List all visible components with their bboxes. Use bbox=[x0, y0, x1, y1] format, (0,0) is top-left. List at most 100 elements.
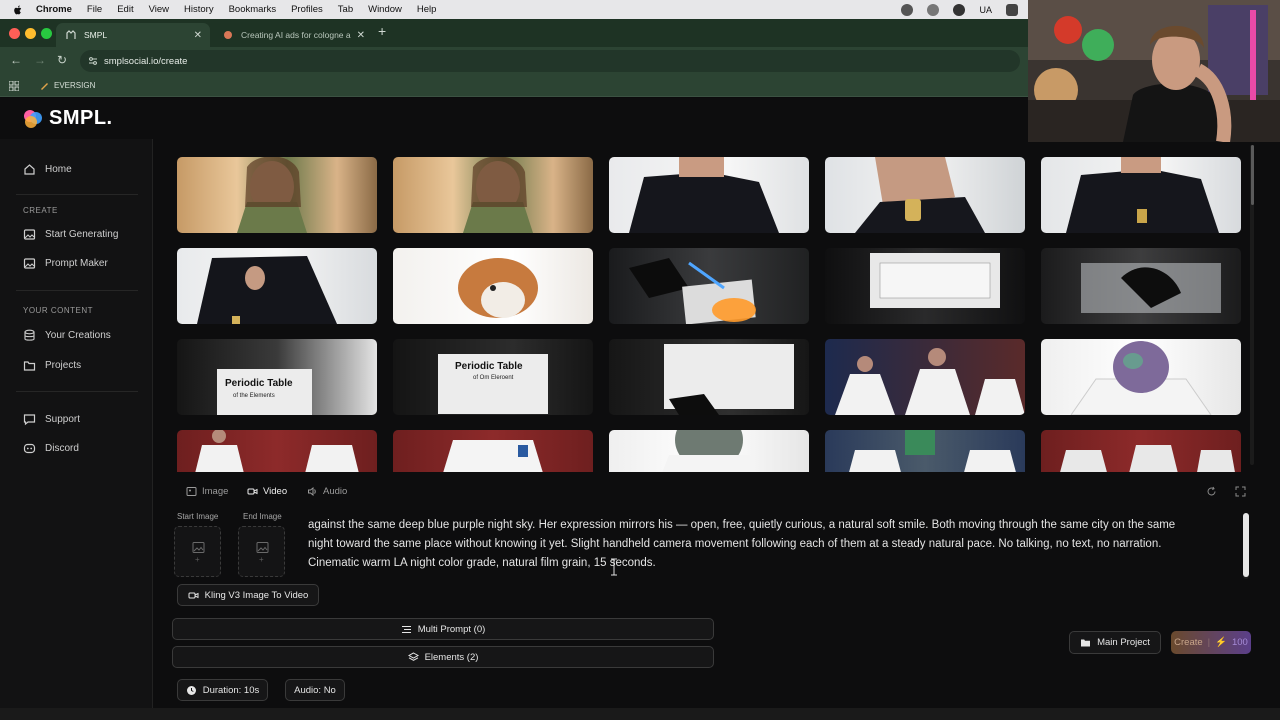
gallery-thumb[interactable] bbox=[393, 157, 593, 233]
refresh-icon[interactable] bbox=[1206, 486, 1217, 497]
gallery-thumb[interactable] bbox=[825, 430, 1025, 472]
clock-icon bbox=[186, 685, 196, 695]
gallery-thumb[interactable] bbox=[177, 248, 377, 324]
sidebar-item-discord[interactable]: Discord bbox=[23, 442, 79, 455]
menu-history[interactable]: History bbox=[184, 4, 214, 15]
duration-button[interactable]: Duration: 10s bbox=[177, 679, 268, 701]
menu-help[interactable]: Help bbox=[417, 4, 437, 15]
sidebar-item-your-creations[interactable]: Your Creations bbox=[23, 329, 111, 342]
close-window-button[interactable] bbox=[9, 28, 20, 39]
periodic-table-text: Periodic Table bbox=[455, 361, 523, 372]
sidebar-item-label: Support bbox=[45, 414, 81, 425]
close-tab-icon[interactable]: ✕ bbox=[194, 30, 202, 41]
model-selector-button[interactable]: Kling V3 Image To Video bbox=[177, 584, 319, 606]
tab-title: Creating AI ads for cologne a bbox=[241, 30, 351, 40]
gallery-thumb[interactable] bbox=[177, 430, 377, 472]
folder-icon bbox=[23, 361, 36, 371]
sidebar-divider bbox=[16, 391, 138, 392]
control-center-icon[interactable] bbox=[1006, 3, 1018, 16]
smpl-favicon-icon bbox=[66, 30, 76, 39]
audio-label: Audio: No bbox=[294, 684, 336, 696]
sidebar: Home CREATE Start Generating Prompt Make… bbox=[0, 139, 153, 708]
gallery-thumb[interactable] bbox=[1041, 157, 1241, 233]
menu-bookmarks[interactable]: Bookmarks bbox=[229, 4, 277, 15]
prompt-scrollbar-thumb[interactable] bbox=[1243, 513, 1249, 577]
prompt-textarea[interactable]: against the same deep blue purple night … bbox=[308, 504, 1223, 580]
audio-toggle-button[interactable]: Audio: No bbox=[285, 679, 345, 701]
gallery-thumb[interactable] bbox=[393, 430, 593, 472]
new-tab-button[interactable]: + bbox=[378, 23, 386, 39]
mode-tab-image[interactable]: Image bbox=[186, 486, 228, 497]
vpn-icon[interactable] bbox=[953, 3, 966, 16]
gallery-thumb[interactable] bbox=[177, 157, 377, 233]
gallery-thumb[interactable] bbox=[1041, 430, 1241, 472]
gallery-thumb[interactable] bbox=[609, 339, 809, 415]
gallery-thumb[interactable] bbox=[609, 157, 809, 233]
gallery-thumb[interactable] bbox=[825, 248, 1025, 324]
claude-favicon-icon bbox=[224, 31, 232, 39]
tab-smpl[interactable]: SMPL ✕ bbox=[56, 23, 210, 47]
discord-icon bbox=[23, 443, 36, 454]
gallery-thumb[interactable] bbox=[1041, 339, 1241, 415]
menu-edit[interactable]: Edit bbox=[117, 4, 133, 15]
thumb-image bbox=[237, 157, 307, 233]
menu-app-name[interactable]: Chrome bbox=[36, 4, 72, 15]
sidebar-item-start-generating[interactable]: Start Generating bbox=[23, 228, 118, 241]
reload-icon[interactable]: ↻ bbox=[57, 53, 67, 67]
close-tab-icon[interactable]: ✕ bbox=[357, 30, 365, 41]
prompt-line: Cinematic warm LA night color grade, nat… bbox=[308, 557, 656, 569]
gallery-thumb[interactable]: Periodic Table of the Elements bbox=[177, 339, 377, 415]
gallery-thumb[interactable] bbox=[609, 248, 809, 324]
zoom-window-button[interactable] bbox=[41, 28, 52, 39]
gallery-thumb[interactable] bbox=[825, 339, 1025, 415]
back-arrow-icon[interactable]: ← bbox=[10, 53, 22, 67]
gallery-thumb[interactable] bbox=[1041, 248, 1241, 324]
end-image-dropzone[interactable]: + bbox=[238, 526, 285, 577]
video-camera-icon bbox=[247, 488, 258, 495]
menu-view[interactable]: View bbox=[149, 4, 169, 15]
sidebar-item-home[interactable]: Home bbox=[23, 163, 72, 176]
sidebar-item-projects[interactable]: Projects bbox=[23, 359, 81, 372]
menu-tab[interactable]: Tab bbox=[338, 4, 353, 15]
thumb-image bbox=[458, 258, 538, 318]
apple-icon[interactable] bbox=[12, 4, 24, 16]
end-image-label: End Image bbox=[243, 512, 282, 521]
periodic-table-subtext: of Om Eleroent bbox=[473, 375, 514, 381]
input-source[interactable]: UA bbox=[979, 5, 992, 15]
minimize-window-button[interactable] bbox=[25, 28, 36, 39]
address-bar[interactable]: smplsocial.io/create bbox=[80, 50, 1020, 72]
gallery-scrollbar-thumb[interactable] bbox=[1251, 145, 1254, 205]
smpl-logo[interactable]: SMPL. bbox=[21, 107, 113, 130]
start-image-dropzone[interactable]: + bbox=[174, 526, 221, 577]
mode-tab-audio[interactable]: Audio bbox=[307, 486, 347, 497]
thumb-image bbox=[463, 157, 533, 233]
gallery-thumb[interactable] bbox=[393, 248, 593, 324]
window-bottom-edge bbox=[0, 708, 1280, 720]
bookmark-eversign[interactable]: EVERSIGN bbox=[40, 81, 95, 90]
gallery-thumb[interactable] bbox=[825, 157, 1025, 233]
elements-button[interactable]: Elements (2) bbox=[172, 646, 714, 668]
menu-file[interactable]: File bbox=[87, 4, 102, 15]
gallery-thumb[interactable] bbox=[609, 430, 809, 472]
status-icon[interactable] bbox=[901, 3, 914, 16]
thumb-image bbox=[629, 157, 779, 233]
thumb-image bbox=[197, 256, 337, 324]
mode-tab-label: Video bbox=[263, 486, 288, 497]
thumb-image bbox=[835, 348, 1025, 415]
apps-grid-icon[interactable] bbox=[9, 81, 19, 91]
tab-creating-ai-ads[interactable]: Creating AI ads for cologne a ✕ bbox=[213, 23, 373, 47]
menu-window[interactable]: Window bbox=[368, 4, 402, 15]
project-label: Main Project bbox=[1097, 637, 1150, 648]
sidebar-item-prompt-maker[interactable]: Prompt Maker bbox=[23, 257, 108, 270]
multi-prompt-button[interactable]: Multi Prompt (0) bbox=[172, 618, 714, 640]
sidebar-item-support[interactable]: Support bbox=[23, 413, 80, 426]
expand-icon[interactable] bbox=[1235, 486, 1246, 497]
menu-profiles[interactable]: Profiles bbox=[291, 4, 323, 15]
gallery-thumb[interactable]: Periodic Table of Om Eleroent bbox=[393, 339, 593, 415]
forward-arrow-icon[interactable]: → bbox=[34, 53, 46, 67]
camera-icon[interactable] bbox=[927, 3, 940, 16]
project-selector-button[interactable]: Main Project bbox=[1069, 631, 1161, 654]
create-button[interactable]: Create | ⚡ 100 bbox=[1171, 631, 1251, 654]
mode-tab-video[interactable]: Video bbox=[247, 486, 287, 497]
site-settings-icon[interactable] bbox=[88, 56, 98, 66]
